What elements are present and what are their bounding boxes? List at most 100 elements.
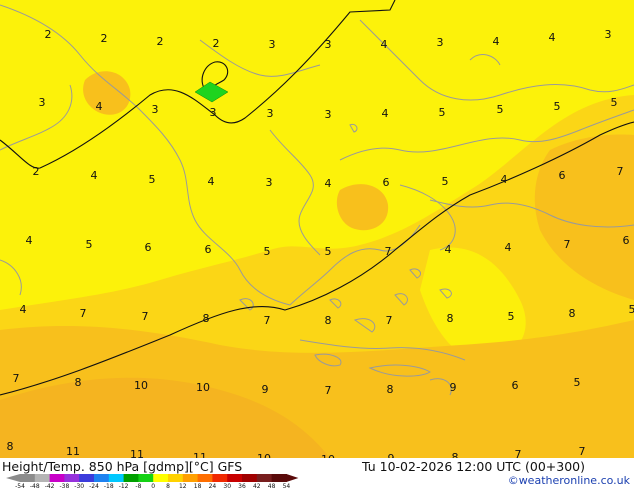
scale-tick-label: -38 xyxy=(59,483,69,488)
temp-label: 5 xyxy=(439,106,446,119)
temp-label: 7 xyxy=(142,310,149,323)
temp-label: 4 xyxy=(26,234,33,247)
temp-label: 2 xyxy=(213,37,220,50)
temp-label: 3 xyxy=(152,103,159,116)
temp-label: 4 xyxy=(493,35,500,48)
scale-tick-label: -8 xyxy=(135,483,141,488)
scale-swatch xyxy=(212,474,228,482)
scale-swatch xyxy=(256,474,273,482)
scale-swatch xyxy=(197,474,213,482)
temp-label: 4 xyxy=(382,107,389,120)
temp-label: 4 xyxy=(20,303,27,316)
temp-label: 5 xyxy=(611,96,618,109)
temp-label: 4 xyxy=(208,175,215,188)
temp-label: 8 xyxy=(75,376,82,389)
temp-label: 7 xyxy=(617,165,624,178)
temp-label: 5 xyxy=(497,103,504,116)
temp-label: 2 xyxy=(157,35,164,48)
temp-label: 3 xyxy=(269,38,276,51)
scale-tick-label: -24 xyxy=(89,483,99,488)
scale-tick-label: 24 xyxy=(209,483,217,488)
temp-label: 4 xyxy=(91,169,98,182)
scale-tick-label: -48 xyxy=(30,483,40,488)
temp-label: 8 xyxy=(203,312,210,325)
temp-label: 5 xyxy=(264,245,271,258)
scale-swatch xyxy=(182,474,199,482)
temp-label: 7 xyxy=(564,238,571,251)
scale-swatch xyxy=(242,474,258,482)
temp-label: 11 xyxy=(130,448,144,458)
temp-label: 8 xyxy=(452,451,459,458)
temp-label: 9 xyxy=(262,383,269,396)
temp-label: 6 xyxy=(383,176,390,189)
scale-tick-label: 36 xyxy=(238,483,246,488)
scale-tick-label: -30 xyxy=(74,483,84,488)
map-area: 2 2 2 2 3 3 4 3 4 4 3 3 4 3 3 3 3 4 5 5 5 5 2 4 5 4 3 4 6 5 4 6 7 4 5 6 6 5 5 7… xyxy=(0,0,634,458)
temp-label: 8 xyxy=(7,440,14,453)
scale-swatch xyxy=(108,474,125,482)
temp-label: 10 xyxy=(134,379,148,392)
scale-swatch xyxy=(271,474,287,482)
temp-label: 6 xyxy=(205,243,212,256)
temp-label: 5 xyxy=(574,376,581,389)
scale-tick-label: 48 xyxy=(268,483,276,488)
temp-label: 5 xyxy=(325,245,332,258)
temp-label: 10 xyxy=(196,381,210,394)
temp-label: 5 xyxy=(629,303,634,316)
temp-label: 4 xyxy=(96,100,103,113)
temp-label: 7 xyxy=(385,245,392,258)
temp-label: 9 xyxy=(450,381,457,394)
temp-label: 6 xyxy=(512,379,519,392)
temp-label: 3 xyxy=(325,108,332,121)
temp-label: 5 xyxy=(86,238,93,251)
temp-label: 3 xyxy=(437,36,444,49)
temp-label: 2 xyxy=(33,165,40,178)
scale-swatch xyxy=(64,474,80,482)
temperature-scale: -54 -48 -42 -38 -30 -24 -18 -12 -8 0 8 12 18 24 30 36 42… xyxy=(6,474,299,488)
temp-label: 8 xyxy=(569,307,576,320)
temp-label: 3 xyxy=(210,106,217,119)
temp-label: 5 xyxy=(149,173,156,186)
scale-arrow-left xyxy=(6,474,20,482)
footer: Height/Temp. 850 hPa [gdmp][°C] GFS Tu 1… xyxy=(0,458,634,490)
scale-swatch xyxy=(123,474,139,482)
temp-label: 8 xyxy=(325,314,332,327)
temp-label: 8 xyxy=(447,312,454,325)
scale-swatch xyxy=(168,474,184,482)
temp-label: 11 xyxy=(66,445,80,458)
temp-label: 2 xyxy=(45,28,52,41)
scale-tick-label: 12 xyxy=(179,483,187,488)
temp-label: 6 xyxy=(623,234,630,247)
temp-label: 7 xyxy=(325,384,332,397)
temp-label: 4 xyxy=(549,31,556,44)
temp-label: 3 xyxy=(325,38,332,51)
temp-label: 11 xyxy=(193,451,207,458)
temp-label: 4 xyxy=(381,38,388,51)
temp-label: 5 xyxy=(554,100,561,113)
temp-label: 3 xyxy=(605,28,612,41)
scale-swatch xyxy=(34,474,51,482)
scale-tick-label: 18 xyxy=(194,483,202,488)
scale-tick-label: -54 xyxy=(15,483,25,488)
temperature-map: 2 2 2 2 3 3 4 3 4 4 3 3 4 3 3 3 3 4 5 5 5 5 2 4 5 4 3 4 6 5 4 6 7 4 5 6 6 5 5 7… xyxy=(0,0,634,458)
map-datetime: Tu 10-02-2026 12:00 UTC (00+300) xyxy=(362,459,585,474)
temp-label: 4 xyxy=(325,177,332,190)
temp-label: 7 xyxy=(264,314,271,327)
scale-swatch xyxy=(49,474,65,482)
temp-label: 3 xyxy=(267,107,274,120)
scale-tick-label: 42 xyxy=(253,483,261,488)
temp-label: 3 xyxy=(266,176,273,189)
temp-label: 7 xyxy=(386,314,393,327)
temp-label: 5 xyxy=(442,175,449,188)
temp-label: 4 xyxy=(505,241,512,254)
temp-label: 4 xyxy=(445,243,452,256)
scale-tick-label: 54 xyxy=(283,483,291,488)
scale-tick-label: 8 xyxy=(166,483,170,488)
scale-tick-label: 0 xyxy=(151,483,155,488)
temp-label: 7 xyxy=(80,307,87,320)
scale-swatch xyxy=(94,474,110,482)
scale-swatch xyxy=(227,474,243,482)
temp-label: 7 xyxy=(13,372,20,385)
credit-link[interactable]: ©weatheronline.co.uk xyxy=(508,474,630,487)
scale-swatch xyxy=(138,474,154,482)
